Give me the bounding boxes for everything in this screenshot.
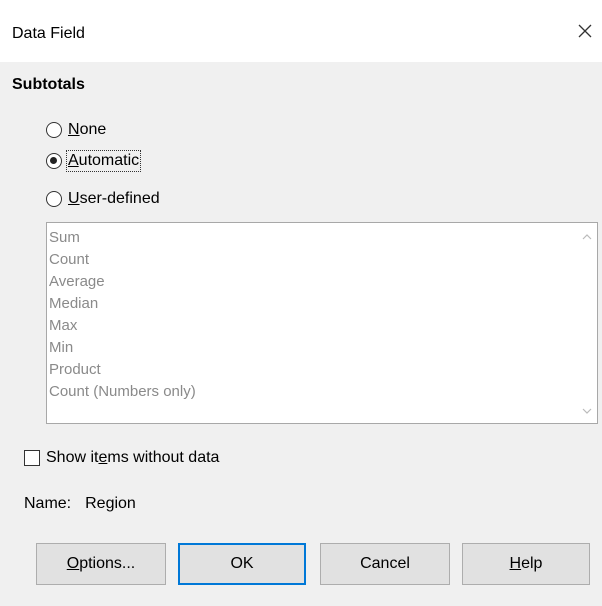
radio-none[interactable]: None <box>46 118 106 142</box>
list-item[interactable]: Average <box>47 271 597 293</box>
ok-button-label: OK <box>230 555 254 572</box>
chevron-up-icon <box>582 234 592 240</box>
name-label: Name: <box>24 495 72 512</box>
radio-none-label: None <box>68 121 107 138</box>
scroll-down-arrow[interactable] <box>580 405 594 417</box>
show-items-label: Show items without data <box>46 449 220 466</box>
cancel-button-label: Cancel <box>360 555 410 572</box>
title-bar: Data Field <box>0 0 602 62</box>
cancel-button[interactable]: Cancel <box>320 543 450 585</box>
options-button[interactable]: Options... <box>36 543 166 585</box>
list-item[interactable]: Sum <box>47 227 597 249</box>
list-item[interactable]: Count <box>47 249 597 271</box>
name-value: Region <box>85 495 136 512</box>
close-icon <box>578 24 592 38</box>
list-item[interactable]: Product <box>47 359 597 381</box>
show-items-checkbox[interactable] <box>24 450 40 466</box>
show-items-option[interactable]: Show items without data <box>24 449 219 467</box>
list-item[interactable]: Count (Numbers only) <box>47 381 597 403</box>
radio-button-checked[interactable] <box>46 153 62 169</box>
radio-user-defined[interactable]: User-defined <box>46 187 160 211</box>
name-row: Name: Region <box>24 495 136 513</box>
help-button-label: Help <box>509 555 543 572</box>
list-item[interactable]: Max <box>47 315 597 337</box>
radio-automatic[interactable]: Automatic <box>46 149 142 173</box>
radio-automatic-label: Automatic <box>65 150 142 172</box>
radio-user-defined-label: User-defined <box>68 190 160 207</box>
functions-listbox[interactable]: Sum Count Average Median Max Min Product… <box>46 222 598 424</box>
chevron-down-icon <box>582 408 592 414</box>
list-item[interactable]: Median <box>47 293 597 315</box>
close-button[interactable] <box>570 16 600 46</box>
subtotals-heading: Subtotals <box>12 76 85 93</box>
radio-button[interactable] <box>46 191 62 207</box>
help-button[interactable]: Help <box>462 543 590 585</box>
options-button-label: Options... <box>66 555 136 572</box>
window-title: Data Field <box>12 25 85 42</box>
radio-button[interactable] <box>46 122 62 138</box>
scroll-up-arrow[interactable] <box>580 231 594 243</box>
ok-button[interactable]: OK <box>178 543 306 585</box>
list-item[interactable]: Min <box>47 337 597 359</box>
